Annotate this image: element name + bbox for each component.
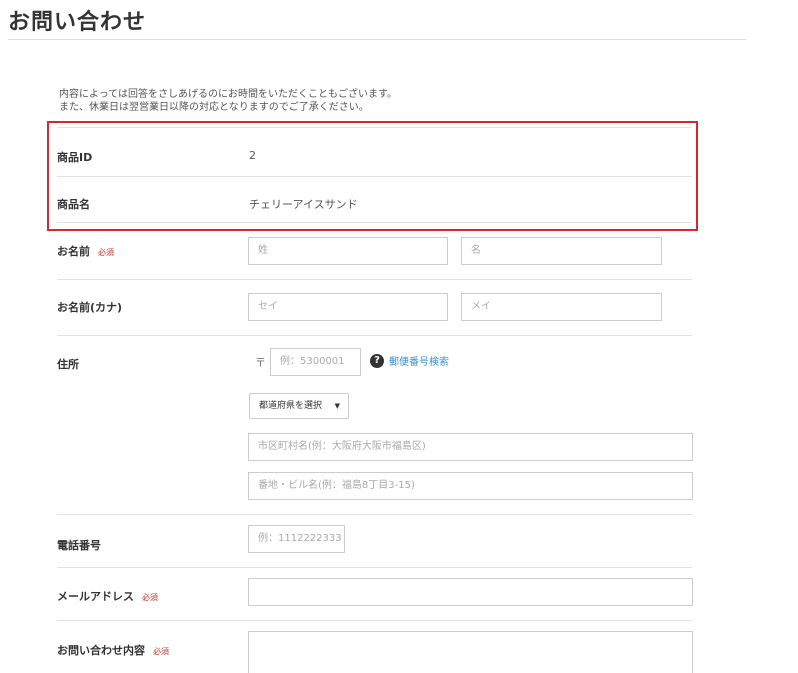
intro-line-1: 内容によっては回答をさしあげるのにお時間をいただくこともございます。: [59, 89, 397, 100]
email-input[interactable]: [248, 578, 693, 606]
last-name-kana-input[interactable]: セイ: [248, 293, 448, 321]
street-input[interactable]: 番地・ビル名(例：福島8丁目3-15): [248, 472, 693, 500]
postal-mark: 〒: [255, 356, 266, 369]
email-label: メールアドレス 必須: [57, 588, 158, 604]
row-divider: [57, 222, 692, 223]
row-divider: [57, 127, 692, 128]
phone-input[interactable]: 例：1112222333: [248, 525, 345, 553]
page-title: お問い合わせ: [8, 10, 147, 35]
postal-code-input[interactable]: 例：5300001: [270, 348, 361, 376]
product-id-label: 商品ID: [57, 151, 93, 164]
inquiry-label-text: お問い合わせ内容: [57, 644, 145, 657]
caret-down-icon: ▼: [334, 402, 340, 410]
inquiry-textarea[interactable]: [248, 631, 693, 673]
intro-line-2: また、休業日は翌営業日以降の対応となりますのでご了承ください。: [59, 102, 369, 113]
product-name-label: 商品名: [57, 198, 90, 211]
inquiry-label: お問い合わせ内容 必須: [57, 642, 169, 658]
required-badge: 必須: [142, 593, 158, 602]
row-divider: [57, 620, 692, 621]
intro-text: 内容によっては回答をさしあげるのにお時間をいただくこともございます。 また、休業…: [59, 88, 397, 114]
prefecture-select-value: 都道府県を選択: [259, 401, 323, 411]
row-divider: [57, 279, 692, 280]
question-circle-icon[interactable]: ?: [370, 354, 384, 368]
product-name-value: チェリーアイスサンド: [249, 198, 358, 211]
row-divider: [57, 514, 692, 515]
city-input[interactable]: 市区町村名(例：大阪府大阪市福島区): [248, 433, 693, 461]
phone-label: 電話番号: [57, 539, 101, 552]
first-name-input[interactable]: 名: [461, 237, 662, 265]
first-name-kana-input[interactable]: メイ: [461, 293, 662, 321]
name-label: お名前 必須: [57, 243, 114, 259]
address-label: 住所: [57, 358, 79, 371]
zip-search-link[interactable]: 郵便番号検索: [389, 353, 449, 368]
required-badge: 必須: [98, 248, 114, 257]
name-label-text: お名前: [57, 245, 90, 258]
product-id-value: 2: [249, 149, 256, 162]
row-divider: [57, 567, 692, 568]
row-divider: [57, 335, 692, 336]
kana-label: お名前(カナ): [57, 301, 123, 314]
last-name-input[interactable]: 姓: [248, 237, 448, 265]
prefecture-select[interactable]: 都道府県を選択 ▼: [249, 393, 349, 419]
title-divider: [8, 39, 746, 40]
email-label-text: メールアドレス: [57, 590, 134, 603]
row-divider: [57, 176, 692, 177]
required-badge: 必須: [153, 647, 169, 656]
